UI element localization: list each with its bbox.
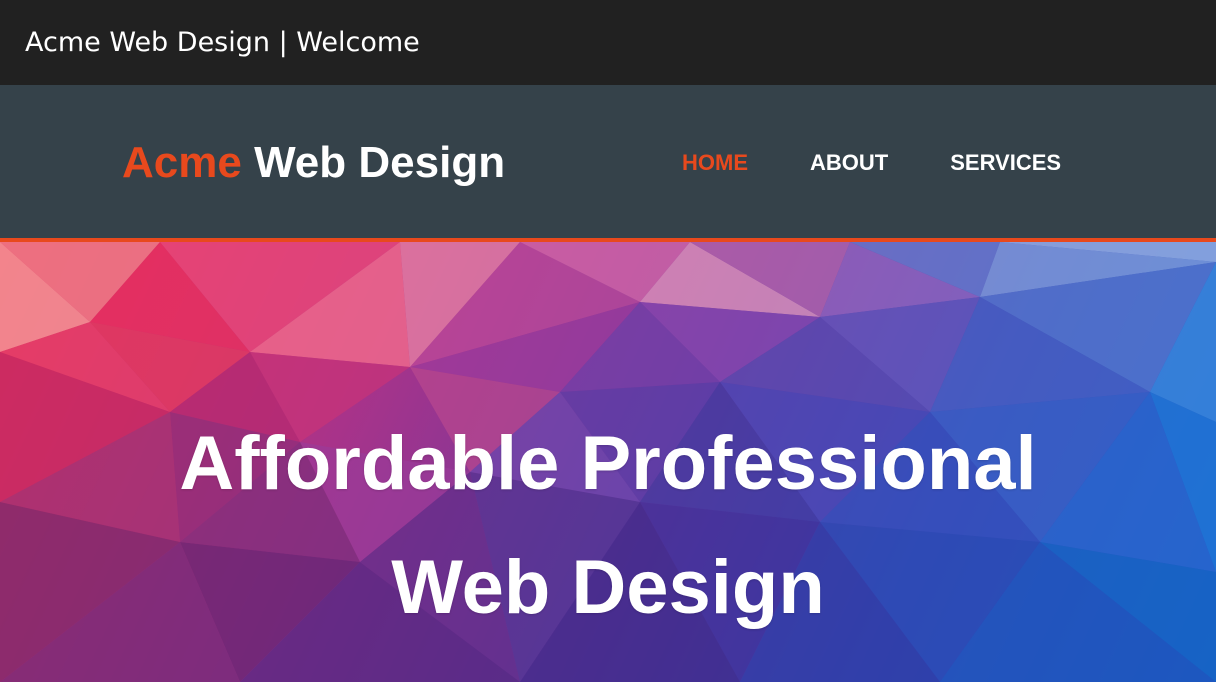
nav-about-link[interactable]: ABOUT [810, 147, 888, 179]
nav-services-link[interactable]: SERVICES [950, 147, 1061, 179]
main-nav: HOME ABOUT SERVICES [682, 147, 1061, 179]
showcase-heading-line2: Web Design [391, 545, 825, 630]
site-logo[interactable]: Acme Web Design [122, 135, 505, 191]
showcase-banner: Affordable Professional Web Design [0, 242, 1216, 682]
window-title: Acme Web Design | Welcome [25, 27, 420, 58]
window-titlebar: Acme Web Design | Welcome [0, 0, 1216, 85]
logo-highlight: Acme [122, 138, 242, 187]
site-header: Acme Web Design HOME ABOUT SERVICES [0, 85, 1216, 238]
logo-text: Web Design [241, 138, 506, 187]
showcase-heading-line1: Affordable Professional [179, 421, 1037, 506]
showcase-heading: Affordable Professional Web Design [0, 402, 1216, 650]
nav-home-link[interactable]: HOME [682, 147, 748, 179]
